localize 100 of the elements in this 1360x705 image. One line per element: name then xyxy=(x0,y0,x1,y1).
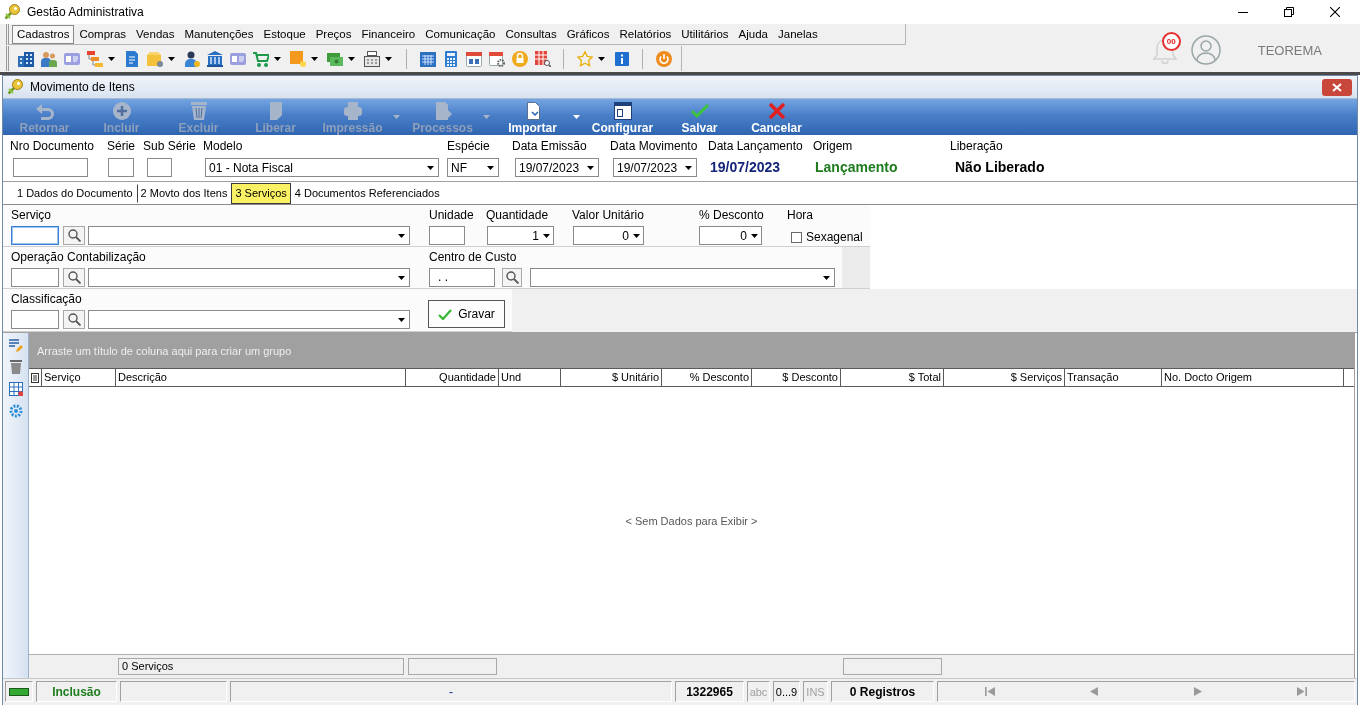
person-coin-icon[interactable] xyxy=(183,50,200,67)
input-field[interactable] xyxy=(13,158,88,177)
menu-item[interactable]: Compras xyxy=(74,24,132,44)
caret-icon[interactable] xyxy=(108,56,115,61)
caret-icon[interactable] xyxy=(274,56,281,61)
star-icon[interactable] xyxy=(576,50,593,67)
menu-item[interactable]: Ajuda xyxy=(733,24,773,44)
search-button[interactable] xyxy=(502,268,522,287)
column-header[interactable]: % Desconto xyxy=(662,369,752,386)
column-header[interactable]: No. Docto Origem xyxy=(1162,369,1344,386)
dropdown[interactable] xyxy=(88,226,410,245)
org-chart-icon[interactable] xyxy=(86,50,103,67)
menu-item[interactable]: Cadastros xyxy=(12,24,75,44)
menu-item[interactable]: Financeiro xyxy=(356,24,421,44)
money-icon[interactable] xyxy=(326,50,343,67)
power-icon[interactable] xyxy=(655,50,672,67)
menu-item[interactable]: Relatórios xyxy=(614,24,677,44)
checkbox[interactable] xyxy=(791,231,802,243)
import-button[interactable]: Importar xyxy=(494,99,571,135)
search-button[interactable] xyxy=(63,310,85,329)
caret-icon[interactable] xyxy=(168,56,175,61)
column-header[interactable]: Und xyxy=(499,369,561,386)
calendar-page-icon[interactable] xyxy=(465,50,482,67)
dropdown[interactable] xyxy=(88,310,410,329)
gear-icon[interactable] xyxy=(8,404,23,418)
input-field[interactable] xyxy=(108,158,134,177)
configure-button[interactable]: Configurar xyxy=(584,99,661,135)
calendar-icon[interactable] xyxy=(419,50,436,67)
dropdown[interactable]: NF xyxy=(447,158,499,177)
close-icon[interactable] xyxy=(1330,7,1340,17)
column-header[interactable]: Descrição xyxy=(116,369,406,386)
dropdown[interactable] xyxy=(530,268,835,287)
column-header[interactable]: $ Serviços xyxy=(944,369,1065,386)
tab[interactable]: 1 Dados do Documento xyxy=(13,183,137,203)
caret-icon[interactable] xyxy=(385,56,392,61)
search-button[interactable] xyxy=(63,226,85,245)
table-icon[interactable] xyxy=(8,382,23,396)
page-icon[interactable] xyxy=(123,50,140,67)
calendar-gear-icon[interactable] xyxy=(488,50,505,67)
input-field[interactable] xyxy=(147,158,172,177)
column-chooser-icon[interactable] xyxy=(31,372,39,383)
dropdown[interactable]: 01 - Nota Fiscal xyxy=(205,158,439,177)
input-field[interactable] xyxy=(11,226,59,245)
id-card-icon[interactable] xyxy=(63,50,80,67)
save-button[interactable]: Salvar xyxy=(661,99,738,135)
cancel-button[interactable]: Cancelar xyxy=(738,99,815,135)
column-header[interactable]: $ Total xyxy=(841,369,944,386)
minimize-icon[interactable] xyxy=(1238,11,1248,13)
list-edit-icon[interactable] xyxy=(8,338,23,352)
cart-icon[interactable] xyxy=(252,50,269,67)
input-field[interactable] xyxy=(11,268,59,287)
calculator-icon[interactable] xyxy=(442,50,459,67)
menu-item[interactable]: Preços xyxy=(310,24,357,44)
tab[interactable]: 4 Documentos Referenciados xyxy=(290,183,444,203)
dropdown[interactable]: 19/07/2023 xyxy=(515,158,599,177)
menu-item[interactable]: Gráficos xyxy=(561,24,615,44)
restore-icon[interactable] xyxy=(1284,7,1294,17)
column-header[interactable]: $ Desconto xyxy=(752,369,841,386)
caret-icon[interactable] xyxy=(311,56,318,61)
people-icon[interactable] xyxy=(40,50,57,67)
field-value: Não Liberado xyxy=(955,159,1045,175)
field-label: Nro Documento xyxy=(10,139,95,154)
search-icon xyxy=(67,229,81,242)
menu-item[interactable]: Utilitários xyxy=(676,24,734,44)
field-label: Sub Série xyxy=(143,139,196,154)
caret-icon[interactable] xyxy=(598,56,605,61)
menu-item[interactable]: Comunicação xyxy=(420,24,501,44)
dropdown[interactable]: 0 xyxy=(573,226,644,245)
input-field[interactable] xyxy=(11,310,59,329)
trash-icon[interactable] xyxy=(8,360,23,374)
menu-item[interactable]: Estoque xyxy=(258,24,311,44)
buildings-icon[interactable] xyxy=(17,50,34,67)
empty-message: < Sem Dados para Exibir > xyxy=(625,514,758,527)
avatar-icon[interactable] xyxy=(1190,35,1221,65)
caret-icon[interactable] xyxy=(348,56,355,61)
table-search-icon[interactable] xyxy=(534,50,551,67)
menu-item[interactable]: Vendas xyxy=(131,24,180,44)
id-card-icon[interactable] xyxy=(229,50,246,67)
cash-register-icon[interactable] xyxy=(363,50,380,67)
menu-item[interactable]: Consultas xyxy=(500,24,562,44)
dropdown[interactable]: 1 xyxy=(487,226,554,245)
save-button[interactable]: Gravar xyxy=(428,300,505,328)
dropdown[interactable]: 0 xyxy=(699,226,762,245)
input-field[interactable] xyxy=(429,226,465,245)
column-header[interactable]: $ Unitário xyxy=(561,369,662,386)
input-field[interactable]: . . xyxy=(429,268,495,287)
dropdown[interactable]: 19/07/2023 xyxy=(613,158,697,177)
tab[interactable]: 3 Serviços xyxy=(231,182,291,204)
search-button[interactable] xyxy=(63,268,85,287)
caret-icon xyxy=(398,317,405,322)
bank-icon[interactable] xyxy=(206,50,223,67)
dropdown[interactable] xyxy=(88,268,410,287)
menu-item[interactable]: Manutenções xyxy=(179,24,259,44)
column-header[interactable]: Quantidade xyxy=(406,369,499,386)
column-header[interactable]: Transação xyxy=(1065,369,1162,386)
box-icon[interactable] xyxy=(146,50,163,67)
column-header[interactable]: Serviço xyxy=(42,369,116,386)
summary-cell: 0 Serviços xyxy=(118,658,404,675)
info-icon[interactable] xyxy=(613,50,630,67)
menu-item[interactable]: Janelas xyxy=(773,24,823,44)
